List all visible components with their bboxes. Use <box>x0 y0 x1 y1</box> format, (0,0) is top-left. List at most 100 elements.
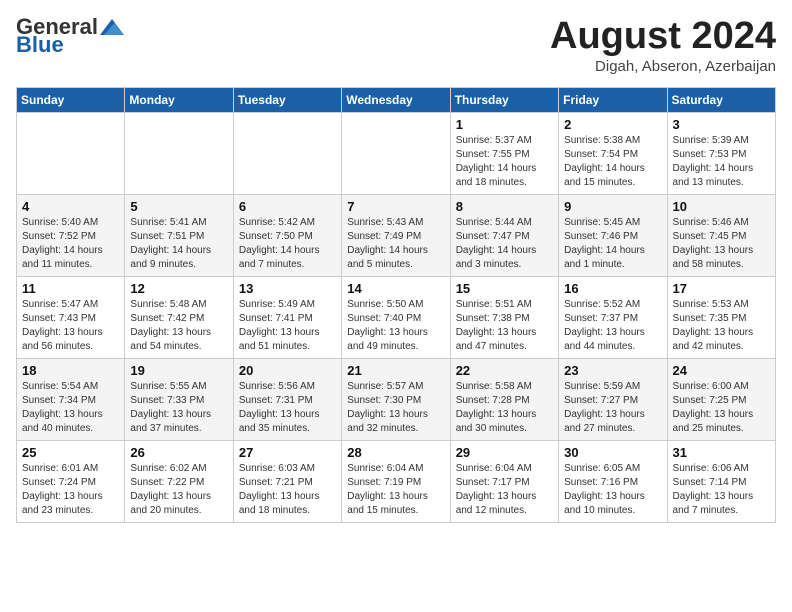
header-saturday: Saturday <box>667 87 775 112</box>
day-info: Sunrise: 5:46 AM Sunset: 7:45 PM Dayligh… <box>673 216 770 272</box>
day-number: 18 <box>22 363 119 378</box>
calendar-cell: 10 Sunrise: 5:46 AM Sunset: 7:45 PM Dayli… <box>667 194 775 276</box>
day-number: 26 <box>130 445 227 460</box>
calendar-cell: 24 Sunrise: 6:00 AM Sunset: 7:25 PM Dayli… <box>667 358 775 440</box>
day-info: Sunrise: 6:01 AM Sunset: 7:24 PM Dayligh… <box>22 462 119 518</box>
day-number: 5 <box>130 199 227 214</box>
calendar-cell: 4 Sunrise: 5:40 AM Sunset: 7:52 PM Daylig… <box>17 194 125 276</box>
day-number: 20 <box>239 363 336 378</box>
day-number: 24 <box>673 363 770 378</box>
day-number: 9 <box>564 199 661 214</box>
day-number: 22 <box>456 363 553 378</box>
calendar-cell: 16 Sunrise: 5:52 AM Sunset: 7:37 PM Dayli… <box>559 276 667 358</box>
day-info: Sunrise: 5:45 AM Sunset: 7:46 PM Dayligh… <box>564 216 661 272</box>
logo-icon <box>100 19 124 35</box>
calendar-cell: 19 Sunrise: 5:55 AM Sunset: 7:33 PM Dayli… <box>125 358 233 440</box>
calendar-cell: 29Sunrise: 6:04 AM Sunset: 7:17 PM Dayli… <box>450 440 558 522</box>
day-number: 16 <box>564 281 661 296</box>
calendar-cell: 7 Sunrise: 5:43 AM Sunset: 7:49 PM Daylig… <box>342 194 450 276</box>
day-info: Sunrise: 6:02 AM Sunset: 7:22 PM Dayligh… <box>130 462 227 518</box>
day-info: Sunrise: 5:38 AM Sunset: 7:54 PM Dayligh… <box>564 134 661 190</box>
day-number: 15 <box>456 281 553 296</box>
day-info: Sunrise: 5:43 AM Sunset: 7:49 PM Dayligh… <box>347 216 444 272</box>
calendar-cell: 27 Sunrise: 6:03 AM Sunset: 7:21 PM Dayli… <box>233 440 341 522</box>
day-info: Sunrise: 5:55 AM Sunset: 7:33 PM Dayligh… <box>130 380 227 436</box>
calendar-cell: 21 Sunrise: 5:57 AM Sunset: 7:30 PM Dayli… <box>342 358 450 440</box>
calendar-cell <box>342 112 450 194</box>
calendar-cell <box>17 112 125 194</box>
day-number: 14 <box>347 281 444 296</box>
day-info: Sunrise: 5:37 AM Sunset: 7:55 PM Dayligh… <box>456 134 553 190</box>
calendar-cell <box>233 112 341 194</box>
day-info: Sunrise: 5:49 AM Sunset: 7:41 PM Dayligh… <box>239 298 336 354</box>
day-info: Sunrise: 5:51 AM Sunset: 7:38 PM Dayligh… <box>456 298 553 354</box>
calendar-cell <box>125 112 233 194</box>
day-number: 2 <box>564 117 661 132</box>
header: General Blue August 2024 Digah, Abseron,… <box>16 16 776 75</box>
day-number: 13 <box>239 281 336 296</box>
days-header-row: SundayMondayTuesdayWednesdayThursdayFrid… <box>17 87 776 112</box>
calendar-cell: 13 Sunrise: 5:49 AM Sunset: 7:41 PM Dayli… <box>233 276 341 358</box>
header-monday: Monday <box>125 87 233 112</box>
calendar-cell: 12 Sunrise: 5:48 AM Sunset: 7:42 PM Dayli… <box>125 276 233 358</box>
header-tuesday: Tuesday <box>233 87 341 112</box>
day-number: 25 <box>22 445 119 460</box>
day-info: Sunrise: 6:04 AM Sunset: 7:19 PM Dayligh… <box>347 462 444 518</box>
calendar-cell: 8 Sunrise: 5:44 AM Sunset: 7:47 PM Daylig… <box>450 194 558 276</box>
calendar-table: SundayMondayTuesdayWednesdayThursdayFrid… <box>16 87 776 523</box>
calendar-cell: 30 Sunrise: 6:05 AM Sunset: 7:16 PM Dayli… <box>559 440 667 522</box>
day-number: 19 <box>130 363 227 378</box>
day-number: 8 <box>456 199 553 214</box>
calendar-cell: 1 Sunrise: 5:37 AM Sunset: 7:55 PM Daylig… <box>450 112 558 194</box>
title-area: August 2024 Digah, Abseron, Azerbaijan <box>550 16 776 75</box>
day-number: 27 <box>239 445 336 460</box>
logo-blue: Blue <box>16 34 64 56</box>
day-info: Sunrise: 5:39 AM Sunset: 7:53 PM Dayligh… <box>673 134 770 190</box>
day-info: Sunrise: 5:57 AM Sunset: 7:30 PM Dayligh… <box>347 380 444 436</box>
calendar-cell: 6 Sunrise: 5:42 AM Sunset: 7:50 PM Daylig… <box>233 194 341 276</box>
day-info: Sunrise: 5:56 AM Sunset: 7:31 PM Dayligh… <box>239 380 336 436</box>
day-info: Sunrise: 5:52 AM Sunset: 7:37 PM Dayligh… <box>564 298 661 354</box>
day-number: 28 <box>347 445 444 460</box>
header-thursday: Thursday <box>450 87 558 112</box>
logo: General Blue <box>16 16 124 56</box>
day-info: Sunrise: 6:06 AM Sunset: 7:14 PM Dayligh… <box>673 462 770 518</box>
calendar-cell: 28 Sunrise: 6:04 AM Sunset: 7:19 PM Dayli… <box>342 440 450 522</box>
calendar-cell: 18 Sunrise: 5:54 AM Sunset: 7:34 PM Dayli… <box>17 358 125 440</box>
day-info: Sunrise: 5:42 AM Sunset: 7:50 PM Dayligh… <box>239 216 336 272</box>
day-info: Sunrise: 5:48 AM Sunset: 7:42 PM Dayligh… <box>130 298 227 354</box>
day-info: Sunrise: 5:58 AM Sunset: 7:28 PM Dayligh… <box>456 380 553 436</box>
calendar-cell: 14 Sunrise: 5:50 AM Sunset: 7:40 PM Dayli… <box>342 276 450 358</box>
day-info: Sunrise: 5:54 AM Sunset: 7:34 PM Dayligh… <box>22 380 119 436</box>
day-number: 1 <box>456 117 553 132</box>
day-info: Sunrise: 6:03 AM Sunset: 7:21 PM Dayligh… <box>239 462 336 518</box>
week-row-4: 25 Sunrise: 6:01 AM Sunset: 7:24 PM Dayli… <box>17 440 776 522</box>
day-number: 31 <box>673 445 770 460</box>
month-year-title: August 2024 <box>550 16 776 58</box>
day-number: 29 <box>456 445 553 460</box>
day-number: 11 <box>22 281 119 296</box>
day-info: Sunrise: 5:41 AM Sunset: 7:51 PM Dayligh… <box>130 216 227 272</box>
day-number: 6 <box>239 199 336 214</box>
day-info: Sunrise: 5:40 AM Sunset: 7:52 PM Dayligh… <box>22 216 119 272</box>
day-info: Sunrise: 5:47 AM Sunset: 7:43 PM Dayligh… <box>22 298 119 354</box>
day-number: 7 <box>347 199 444 214</box>
day-info: Sunrise: 6:00 AM Sunset: 7:25 PM Dayligh… <box>673 380 770 436</box>
calendar-cell: 5 Sunrise: 5:41 AM Sunset: 7:51 PM Daylig… <box>125 194 233 276</box>
day-info: Sunrise: 5:50 AM Sunset: 7:40 PM Dayligh… <box>347 298 444 354</box>
day-number: 4 <box>22 199 119 214</box>
calendar-cell: 2 Sunrise: 5:38 AM Sunset: 7:54 PM Daylig… <box>559 112 667 194</box>
day-number: 10 <box>673 199 770 214</box>
day-number: 3 <box>673 117 770 132</box>
day-info: Sunrise: 6:05 AM Sunset: 7:16 PM Dayligh… <box>564 462 661 518</box>
day-number: 30 <box>564 445 661 460</box>
day-info: Sunrise: 5:44 AM Sunset: 7:47 PM Dayligh… <box>456 216 553 272</box>
week-row-0: 1 Sunrise: 5:37 AM Sunset: 7:55 PM Daylig… <box>17 112 776 194</box>
calendar-cell: 26 Sunrise: 6:02 AM Sunset: 7:22 PM Dayli… <box>125 440 233 522</box>
day-info: Sunrise: 5:53 AM Sunset: 7:35 PM Dayligh… <box>673 298 770 354</box>
calendar-cell: 9 Sunrise: 5:45 AM Sunset: 7:46 PM Daylig… <box>559 194 667 276</box>
day-number: 21 <box>347 363 444 378</box>
day-number: 12 <box>130 281 227 296</box>
header-friday: Friday <box>559 87 667 112</box>
week-row-3: 18 Sunrise: 5:54 AM Sunset: 7:34 PM Dayli… <box>17 358 776 440</box>
